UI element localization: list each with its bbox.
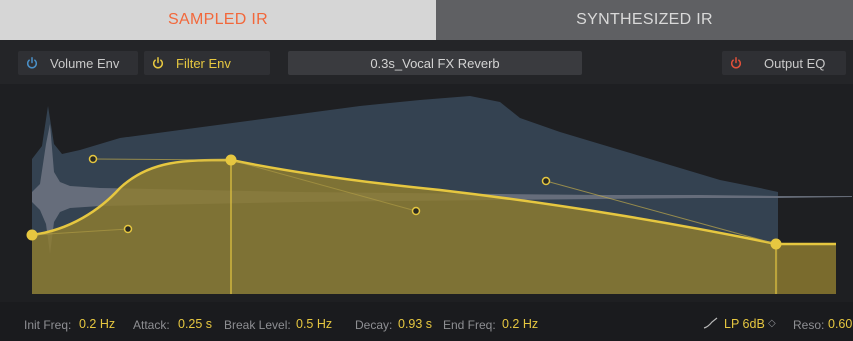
end-freq-value[interactable]: 0.2 Hz — [502, 317, 538, 331]
curve-handle[interactable] — [541, 176, 551, 186]
init-freq-value[interactable]: 0.2 Hz — [79, 317, 115, 331]
filter-env-label: Filter Env — [176, 55, 231, 71]
break-level-label: Break Level: — [224, 318, 291, 332]
stepper-icon[interactable]: ◇ — [768, 318, 776, 329]
curve-handle[interactable] — [88, 154, 98, 164]
decay-label: Decay: — [355, 318, 393, 332]
attack-label: Attack: — [133, 318, 170, 332]
attack-point[interactable] — [225, 154, 237, 166]
end-freq-label: End Freq: — [443, 318, 496, 332]
preset-name-field[interactable]: 0.3s_Vocal FX Reverb — [288, 51, 582, 75]
envelope-graph[interactable] — [0, 84, 853, 302]
filter-envelope-params: Init Freq: 0.2 Hz Attack: 0.25 s Break L… — [0, 302, 853, 341]
curve-handle[interactable] — [411, 206, 421, 216]
ir-mode-tabs: SAMPLED IR SYNTHESIZED IR — [0, 0, 853, 40]
filter-type-select[interactable]: LP 6dB — [724, 317, 765, 331]
volume-env-button[interactable]: Volume Env — [18, 51, 138, 75]
power-icon[interactable] — [18, 51, 46, 75]
envelope-toolbar: Volume Env Filter Env 0.3s_Vocal FX Reve… — [0, 40, 853, 84]
attack-value[interactable]: 0.25 s — [178, 317, 212, 331]
volume-env-label: Volume Env — [50, 55, 120, 71]
init-freq-point[interactable] — [26, 229, 38, 241]
reso-value[interactable]: 0.60 — [828, 317, 852, 331]
filter-envelope-display[interactable] — [0, 84, 853, 302]
output-eq-label: Output EQ — [764, 55, 826, 71]
filter-slope-icon — [703, 317, 719, 332]
curve-handle[interactable] — [123, 224, 133, 234]
power-icon[interactable] — [722, 51, 750, 75]
break-level-value[interactable]: 0.5 Hz — [296, 317, 332, 331]
reso-label: Reso: — [793, 318, 825, 332]
output-eq-button[interactable]: Output EQ — [722, 51, 846, 75]
end-freq-point[interactable] — [770, 238, 782, 250]
init-freq-label: Init Freq: — [24, 318, 72, 332]
tab-sampled-ir[interactable]: SAMPLED IR — [0, 0, 436, 40]
power-icon[interactable] — [144, 51, 172, 75]
filter-env-button[interactable]: Filter Env — [144, 51, 270, 75]
tab-synthesized-ir[interactable]: SYNTHESIZED IR — [436, 0, 853, 40]
decay-value[interactable]: 0.93 s — [398, 317, 432, 331]
